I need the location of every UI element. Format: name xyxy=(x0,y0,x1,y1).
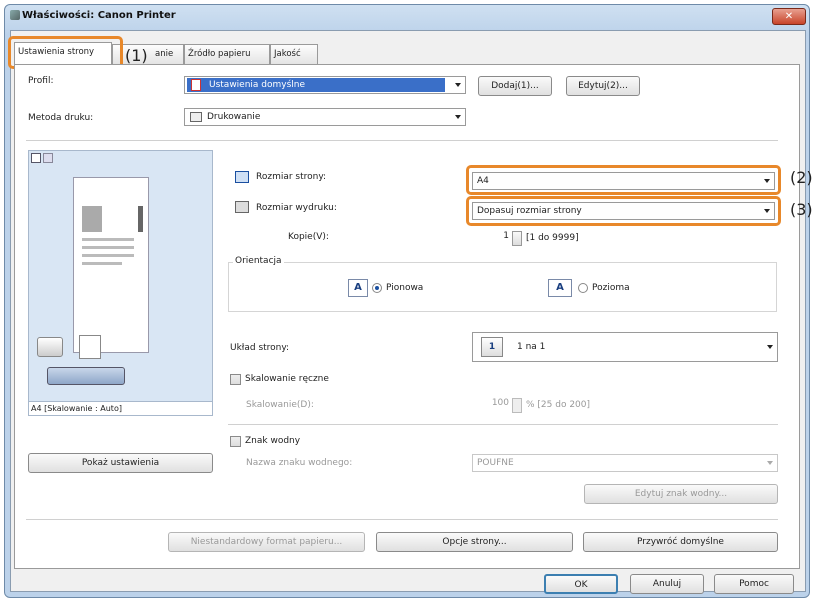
scaling-input[interactable]: 100 xyxy=(475,398,511,413)
scaling-label: Skalowanie(D): xyxy=(246,400,314,410)
cancel-button[interactable]: Anuluj xyxy=(630,574,704,594)
printer-output-icon xyxy=(235,201,249,213)
landscape-label: Pozioma xyxy=(592,283,630,293)
profile-value: Ustawienia domyślne xyxy=(209,80,306,90)
watermark-combo[interactable]: POUFNE xyxy=(472,454,778,472)
divider xyxy=(228,424,778,425)
printer-app-icon xyxy=(10,10,20,20)
chevron-down-icon xyxy=(455,115,461,119)
method-label: Metoda druku: xyxy=(28,113,94,123)
callout-3: (3) xyxy=(790,200,813,219)
preview-image-block xyxy=(82,206,102,232)
preview-bar xyxy=(138,206,143,232)
edit-profile-button[interactable]: Edytuj(2)... xyxy=(566,76,640,96)
callout-2: (2) xyxy=(790,168,813,187)
chevron-down-icon xyxy=(767,345,773,349)
scaling-range: % [25 do 200] xyxy=(526,400,591,410)
copies-label: Kopie(V): xyxy=(288,232,329,242)
layout-icon: 1 xyxy=(481,337,503,357)
manual-scaling-label: Skalowanie ręczne xyxy=(245,374,329,384)
copies-input[interactable]: 1 xyxy=(475,231,511,246)
landscape-icon: A xyxy=(548,279,572,297)
paper-stack-icon xyxy=(37,337,63,357)
page-options-button[interactable]: Opcje strony... xyxy=(376,532,573,552)
watermark-label: Znak wodny xyxy=(245,436,301,446)
printer-icon xyxy=(190,112,202,122)
edit-watermark-button[interactable]: Edytuj znak wodny... xyxy=(584,484,778,504)
profile-icon xyxy=(191,79,201,91)
layout-combo[interactable]: 1 1 na 1 xyxy=(472,332,778,362)
watermark-name-label: Nazwa znaku wodnego: xyxy=(246,458,353,468)
ok-button[interactable]: OK xyxy=(544,574,618,594)
highlight-page-size xyxy=(466,165,781,195)
help-button[interactable]: Pomoc xyxy=(714,574,794,594)
portrait-label: Pionowa xyxy=(386,283,424,293)
watermark-checkbox[interactable] xyxy=(230,436,241,447)
preview-caption: A4 [Skalowanie : Auto] xyxy=(29,401,212,415)
copies-spinner[interactable] xyxy=(512,231,522,246)
copies-icon xyxy=(79,335,101,359)
portrait-icon: A xyxy=(348,279,368,297)
view-printer-icon[interactable] xyxy=(43,153,53,163)
window-title: Właściwości: Canon Printer xyxy=(22,10,176,21)
divider xyxy=(26,519,778,520)
preview-line xyxy=(82,262,122,265)
profile-combo[interactable]: Ustawienia domyślne xyxy=(184,76,466,94)
layout-toggle-button[interactable] xyxy=(47,367,125,385)
close-button[interactable]: ✕ xyxy=(772,8,806,25)
orientation-label: Orientacja xyxy=(233,256,284,266)
layout-value: 1 na 1 xyxy=(517,342,546,352)
add-profile-button[interactable]: Dodaj(1)... xyxy=(478,76,552,96)
preview-pane: A4 [Skalowanie : Auto] xyxy=(28,150,213,416)
page-preview xyxy=(73,177,149,353)
custom-paper-button[interactable]: Niestandardowy format papieru... xyxy=(168,532,365,552)
preview-line xyxy=(82,238,134,241)
layout-label: Układ strony: xyxy=(230,343,290,353)
divider xyxy=(26,140,778,141)
preview-line xyxy=(82,246,134,249)
callout-1: (1) xyxy=(125,46,148,65)
restore-defaults-button[interactable]: Przywróć domyślne xyxy=(583,532,778,552)
tab-quality[interactable]: Jakość xyxy=(270,44,318,64)
orientation-group xyxy=(228,262,777,312)
copies-range: [1 do 9999] xyxy=(526,233,579,243)
watermark-value: POUFNE xyxy=(477,458,514,468)
tab-paper-source[interactable]: Źródło papieru xyxy=(184,44,270,64)
scaling-spinner[interactable] xyxy=(512,398,522,413)
profile-label: Profil: xyxy=(28,76,54,86)
page-size-label: Rozmiar strony: xyxy=(256,172,327,182)
page-size-icon xyxy=(235,171,249,183)
chevron-down-icon xyxy=(455,83,461,87)
method-value: Drukowanie xyxy=(207,112,261,122)
portrait-radio[interactable] xyxy=(372,283,382,293)
highlight-output-size xyxy=(466,196,781,226)
landscape-radio[interactable] xyxy=(578,283,588,293)
manual-scaling-checkbox[interactable] xyxy=(230,374,241,385)
method-combo[interactable]: Drukowanie xyxy=(184,108,466,126)
preview-line xyxy=(82,254,134,257)
view-page-icon[interactable] xyxy=(31,153,41,163)
chevron-down-icon xyxy=(767,461,773,465)
show-settings-button[interactable]: Pokaż ustawienia xyxy=(28,453,213,473)
output-size-label: Rozmiar wydruku: xyxy=(256,203,337,213)
